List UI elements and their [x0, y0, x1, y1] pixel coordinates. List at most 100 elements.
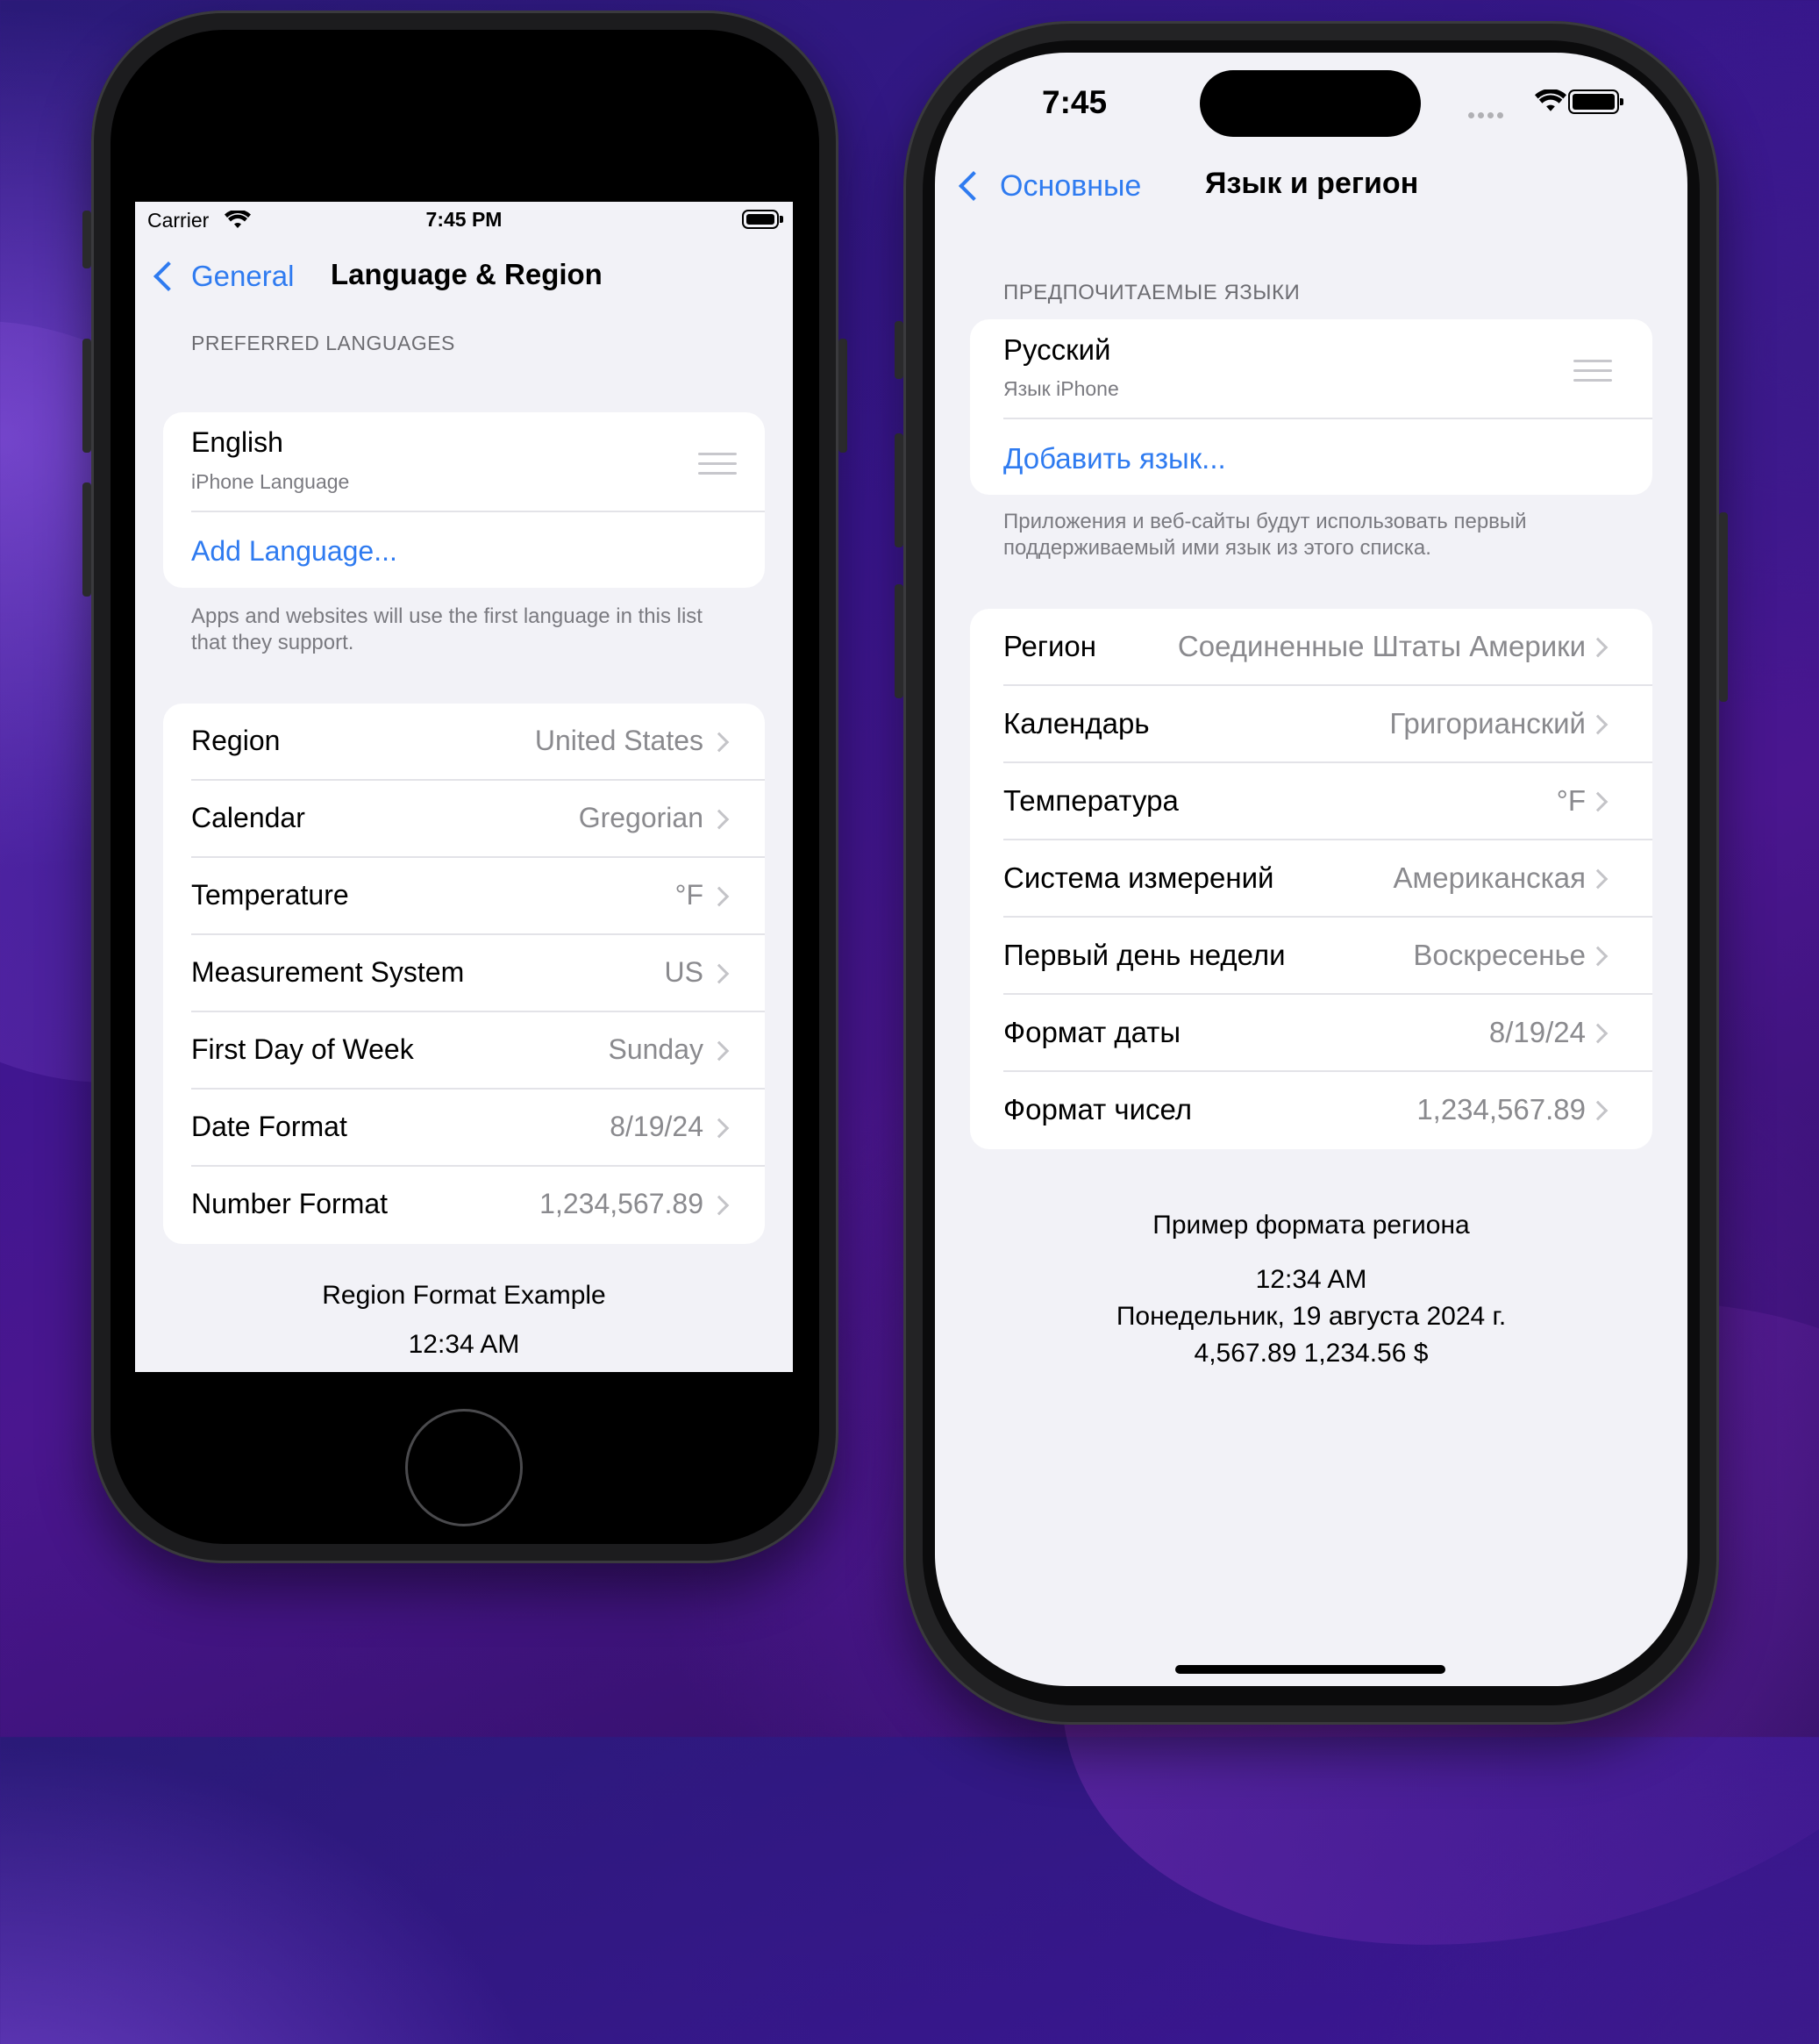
settings-row-3[interactable]: Температура °F [970, 763, 1652, 840]
row-divider [1003, 418, 1652, 419]
settings-row-label: Первый день недели [1003, 939, 1286, 971]
languages-group: Русский Язык iPhone Добавить язык... [970, 319, 1652, 495]
language-row-english[interactable]: English iPhone Language [163, 412, 765, 511]
settings-row-label: Формат чисел [1003, 1093, 1193, 1126]
battery-icon [1568, 89, 1623, 114]
page-title: Language & Region [331, 258, 603, 290]
language-row-russian[interactable]: Русский Язык iPhone [970, 319, 1652, 418]
battery-icon [742, 210, 783, 229]
volume-up-button [82, 339, 91, 453]
settings-row-2[interactable]: Calendar Gregorian [163, 781, 765, 858]
chevron-right-icon [709, 1118, 730, 1139]
chevron-right-icon [709, 963, 730, 984]
settings-row-label: Система измерений [1003, 861, 1274, 894]
status-time: 7:45 [1042, 84, 1108, 120]
settings-row-4[interactable]: Measurement System US [163, 935, 765, 1012]
back-label: General [191, 260, 295, 292]
home-button[interactable] [405, 1409, 523, 1526]
add-language-button[interactable]: Add Language... [191, 535, 397, 568]
right-settings-screen: 7:45 Основные Язык и регион ПРЕДПОЧИТАЕМ… [935, 53, 1687, 1686]
settings-row-5[interactable]: First Day of Week Sunday [163, 1012, 765, 1090]
chevron-right-icon [1587, 868, 1609, 890]
chevron-left-icon [959, 171, 988, 201]
region-format-example-time: 12:34 AM [408, 1330, 520, 1359]
section-header-preferred-languages: ПРЕДПОЧИТАЕМЫЕ ЯЗЫКИ [1003, 281, 1301, 304]
chevron-right-icon [1587, 946, 1609, 967]
settings-row-6[interactable]: Формат даты 8/19/24 [970, 995, 1652, 1072]
back-button-osnovnye[interactable]: Основные [956, 161, 1141, 211]
power-button [1719, 512, 1728, 702]
volume-up-button [895, 433, 903, 547]
chevron-right-icon [1587, 791, 1609, 812]
chevron-right-icon [709, 732, 730, 753]
settings-row-label: Календарь [1003, 707, 1150, 740]
settings-row-label: Temperature [191, 879, 349, 911]
chevron-right-icon [1587, 714, 1609, 735]
settings-row-1[interactable]: Region United States [163, 704, 765, 781]
settings-row-label: Date Format [191, 1111, 347, 1142]
chevron-right-icon [709, 1040, 730, 1061]
add-language-button[interactable]: Добавить язык... [1003, 442, 1226, 475]
settings-row-2[interactable]: Календарь Григорианский [970, 686, 1652, 763]
home-indicator[interactable] [1175, 1665, 1445, 1674]
chevron-right-icon [709, 1195, 730, 1216]
languages-footer-note: Приложения и веб-сайты будут использоват… [1003, 510, 1527, 561]
settings-row-value: United States [534, 725, 703, 756]
status-time: 7:45 PM [425, 208, 503, 231]
settings-row-label: Number Format [191, 1188, 389, 1219]
region-format-example-title: Region Format Example [322, 1281, 606, 1310]
chevron-right-icon [1587, 1023, 1609, 1044]
settings-row-3[interactable]: Temperature °F [163, 858, 765, 935]
cellular-dots-icon [1468, 107, 1507, 123]
settings-row-label: Region [191, 725, 281, 756]
region-format-example-time: 12:34 AM [1255, 1265, 1367, 1294]
language-name: Русский [1003, 333, 1111, 366]
back-button-general[interactable]: General [151, 254, 294, 298]
chevron-right-icon [1587, 1100, 1609, 1121]
wifi-icon [1535, 89, 1566, 111]
settings-row-value: 1,234,567.89 [1416, 1093, 1586, 1126]
settings-row-6[interactable]: Date Format 8/19/24 [163, 1090, 765, 1167]
languages-group: English iPhone Language Add Language... [163, 412, 765, 588]
left-settings-screen: Carrier 7:45 PM General Language & Regio… [135, 202, 793, 1372]
chevron-left-icon [153, 261, 183, 291]
language-subtitle: iPhone Language [191, 470, 350, 493]
drag-handle-icon[interactable] [698, 453, 737, 482]
settings-row-value: Воскресенье [1413, 939, 1586, 971]
settings-row-7[interactable]: Формат чисел 1,234,567.89 [970, 1072, 1652, 1149]
settings-row-value: Григорианский [1389, 707, 1586, 740]
mute-switch [895, 321, 903, 379]
settings-row-1[interactable]: Регион Соединенные Штаты Америки [970, 609, 1652, 686]
settings-row-value: °F [674, 879, 703, 911]
settings-row-value: °F [1556, 784, 1586, 817]
settings-row-5[interactable]: Первый день недели Воскресенье [970, 918, 1652, 995]
row-divider [191, 511, 765, 512]
settings-row-label: Формат даты [1003, 1016, 1181, 1048]
settings-row-value: Sunday [608, 1033, 703, 1065]
region-format-example-date: Понедельник, 19 августа 2024 г. [1116, 1302, 1507, 1331]
settings-row-7[interactable]: Number Format 1,234,567.89 [163, 1167, 765, 1244]
settings-row-value: Американская [1393, 861, 1586, 894]
settings-row-label: Measurement System [191, 956, 465, 988]
back-label: Основные [1000, 168, 1142, 203]
mute-switch [82, 211, 91, 268]
settings-row-value: 8/19/24 [610, 1111, 703, 1142]
settings-row-4[interactable]: Система измерений Американская [970, 840, 1652, 918]
drag-handle-icon[interactable] [1573, 360, 1612, 389]
settings-row-label: First Day of Week [191, 1033, 414, 1065]
settings-row-label: Регион [1003, 630, 1096, 662]
dynamic-island [1200, 70, 1421, 137]
settings-row-value: 1,234,567.89 [539, 1188, 703, 1219]
region-format-example-title: Пример формата региона [1152, 1211, 1470, 1240]
power-button [838, 339, 847, 453]
language-subtitle: Язык iPhone [1003, 377, 1119, 400]
language-name: English [191, 426, 283, 458]
settings-row-value: Соединенные Штаты Америки [1177, 630, 1586, 662]
region-format-example-numbers: 4,567.89 1,234.56 $ [1194, 1339, 1429, 1368]
chevron-right-icon [1587, 637, 1609, 658]
languages-footer-note: Apps and websites will use the first lan… [191, 604, 703, 655]
settings-row-label: Calendar [191, 802, 305, 833]
settings-row-value: 8/19/24 [1488, 1016, 1586, 1048]
chevron-right-icon [709, 809, 730, 830]
volume-down-button [895, 584, 903, 698]
